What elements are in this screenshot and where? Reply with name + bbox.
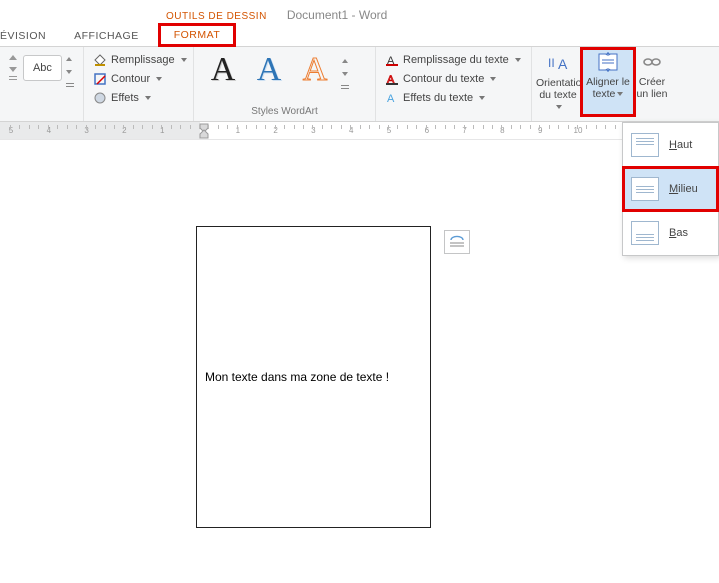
chevron-down-icon [479,96,485,100]
text-contour-icon: A [385,72,399,86]
shape-effects-label: Effets [111,92,139,104]
text-fill-label: Remplissage du texte [403,54,509,66]
tab-revision[interactable]: ÉVISION [0,26,60,46]
chevron-down-icon [156,77,162,81]
text-orientation-button[interactable]: IIA Orientation du texte [534,49,582,115]
text-box[interactable]: Mon texte dans ma zone de texte ! [196,226,431,528]
align-text-button[interactable]: Aligner le texte [582,49,634,115]
svg-text:A: A [387,93,395,105]
create-link-label: Créer un lien [637,76,668,100]
scroll-up-icon[interactable] [9,55,17,60]
effects-icon [93,91,107,105]
shape-style-preview[interactable]: Abc [23,55,61,81]
chevron-down-icon [490,77,496,81]
wordart-style-1[interactable]: A [200,51,246,89]
align-top-item[interactable]: Haut [623,123,718,167]
svg-text:A: A [558,56,568,72]
align-top-icon [631,133,659,157]
ribbon: Abc Remplissage Contour Effets [0,47,719,122]
contour-icon [93,72,107,86]
wordart-style-2[interactable]: A [246,51,292,89]
gallery-down-icon[interactable] [342,72,348,76]
document-page: Mon texte dans ma zone de texte ! [0,142,719,583]
shape-contour-label: Contour [111,73,150,85]
text-orientation-label: Orientation du texte [536,77,587,101]
text-contour-button[interactable]: A Contour du texte [382,71,525,87]
chevron-down-icon [515,58,521,62]
align-text-label: Aligner le texte [586,76,630,100]
text-effects-icon: A [385,91,399,105]
gallery-expand-icon[interactable] [66,83,74,84]
tab-format[interactable]: FORMAT [159,24,236,46]
gallery-up-icon[interactable] [66,57,72,61]
layout-options-button[interactable] [444,230,470,254]
ribbon-tabs: ÉVISION AFFICHAGE FORMAT [0,24,719,47]
gallery-up-icon[interactable] [342,59,348,63]
shape-contour-button[interactable]: Contour [90,71,187,87]
wordart-style-3[interactable]: A [292,51,338,89]
align-middle-label: Milieu [669,183,698,195]
bucket-icon [93,53,107,67]
create-link-button[interactable]: Créer un lien [634,49,670,115]
horizontal-ruler[interactable]: 5432112345678910 [0,122,719,140]
chevron-down-icon [556,105,562,109]
document-title: Document1 - Word [283,6,391,24]
text-contour-label: Contour du texte [403,73,484,85]
text-effects-label: Effets du texte [403,92,473,104]
gallery-more-icon[interactable] [9,79,17,80]
text-fill-button[interactable]: A Remplissage du texte [382,52,525,68]
align-top-label: Haut [669,139,692,151]
gallery-expand-icon[interactable] [341,85,349,86]
gallery-down-icon[interactable] [66,70,72,74]
ruler-number: 10 [574,126,583,135]
align-bottom-item[interactable]: Bas [623,211,718,255]
text-box-content: Mon texte dans ma zone de texte ! [205,370,389,384]
chevron-down-icon [145,96,151,100]
shape-style-label: Abc [33,62,52,74]
contextual-tool-tab: OUTILS DE DESSIN [158,9,275,24]
shape-effects-button[interactable]: Effets [90,90,187,106]
orientation-icon: IIA [544,53,572,75]
align-middle-item[interactable]: Milieu [623,167,718,211]
scroll-down-icon[interactable] [9,67,17,72]
wordart-group-label: Styles WordArt [200,105,369,119]
align-bottom-icon [631,221,659,245]
text-fill-icon: A [385,53,399,67]
text-effects-button[interactable]: A Effets du texte [382,90,525,106]
chevron-down-icon [617,92,623,96]
shape-fill-label: Remplissage [111,54,175,66]
shape-fill-button[interactable]: Remplissage [90,52,187,68]
tab-affichage[interactable]: AFFICHAGE [60,26,153,46]
layout-options-icon [448,234,466,250]
align-bottom-label: Bas [669,227,688,239]
chevron-down-icon [181,58,187,62]
align-middle-icon [631,177,659,201]
svg-text:II: II [548,56,555,70]
align-text-icon [594,51,622,73]
align-text-menu: Haut Milieu Bas [622,122,719,256]
link-icon [639,51,665,73]
